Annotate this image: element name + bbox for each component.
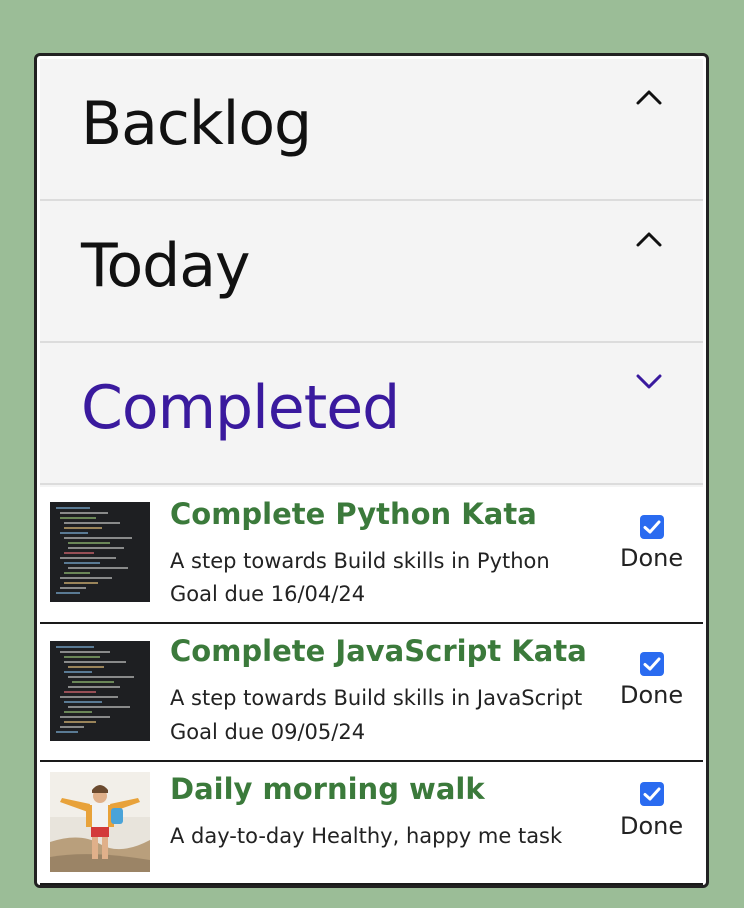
task-thumbnail — [50, 502, 150, 602]
task-description: A step towards Build skills in JavaScrip… — [170, 686, 583, 710]
section-today[interactable]: Today — [40, 201, 703, 343]
section-title-backlog: Backlog — [81, 89, 312, 159]
chevron-up-icon[interactable] — [635, 229, 663, 249]
section-backlog[interactable]: Backlog — [40, 59, 703, 201]
task-panel: Backlog Today Completed Complete Python … — [34, 53, 709, 888]
task-title[interactable]: Complete Python Kata — [170, 497, 537, 531]
task-description: A day-to-day Healthy, happy me task — [170, 824, 563, 848]
task-thumbnail — [50, 641, 150, 741]
check-icon — [643, 520, 661, 534]
list-item[interactable]: Daily morning walk A day-to-day Healthy,… — [40, 762, 703, 885]
task-title[interactable]: Daily morning walk — [170, 772, 485, 806]
task-panel-inner: Backlog Today Completed Complete Python … — [40, 59, 703, 885]
walker-photo — [50, 772, 150, 872]
done-checkbox[interactable] — [640, 782, 664, 806]
done-checkbox[interactable] — [640, 515, 664, 539]
done-label: Done — [620, 812, 684, 840]
task-thumbnail — [50, 772, 150, 872]
done-checkbox[interactable] — [640, 652, 664, 676]
completed-task-list: Complete Python Kata A step towards Buil… — [40, 487, 703, 885]
chevron-up-icon[interactable] — [635, 87, 663, 107]
chevron-down-icon[interactable] — [635, 371, 663, 391]
list-item[interactable]: Complete Python Kata A step towards Buil… — [40, 487, 703, 624]
task-due-date: Goal due 16/04/24 — [170, 582, 366, 606]
section-completed[interactable]: Completed — [40, 343, 703, 485]
task-description: A step towards Build skills in Python — [170, 549, 550, 573]
section-title-today: Today — [81, 231, 251, 301]
done-label: Done — [620, 544, 684, 572]
task-title[interactable]: Complete JavaScript Kata — [170, 634, 587, 668]
check-icon — [643, 657, 661, 671]
section-title-completed: Completed — [81, 373, 400, 443]
done-label: Done — [620, 681, 684, 709]
check-icon — [643, 787, 661, 801]
list-item[interactable]: Complete JavaScript Kata A step towards … — [40, 624, 703, 762]
task-due-date: Goal due 09/05/24 — [170, 720, 366, 744]
